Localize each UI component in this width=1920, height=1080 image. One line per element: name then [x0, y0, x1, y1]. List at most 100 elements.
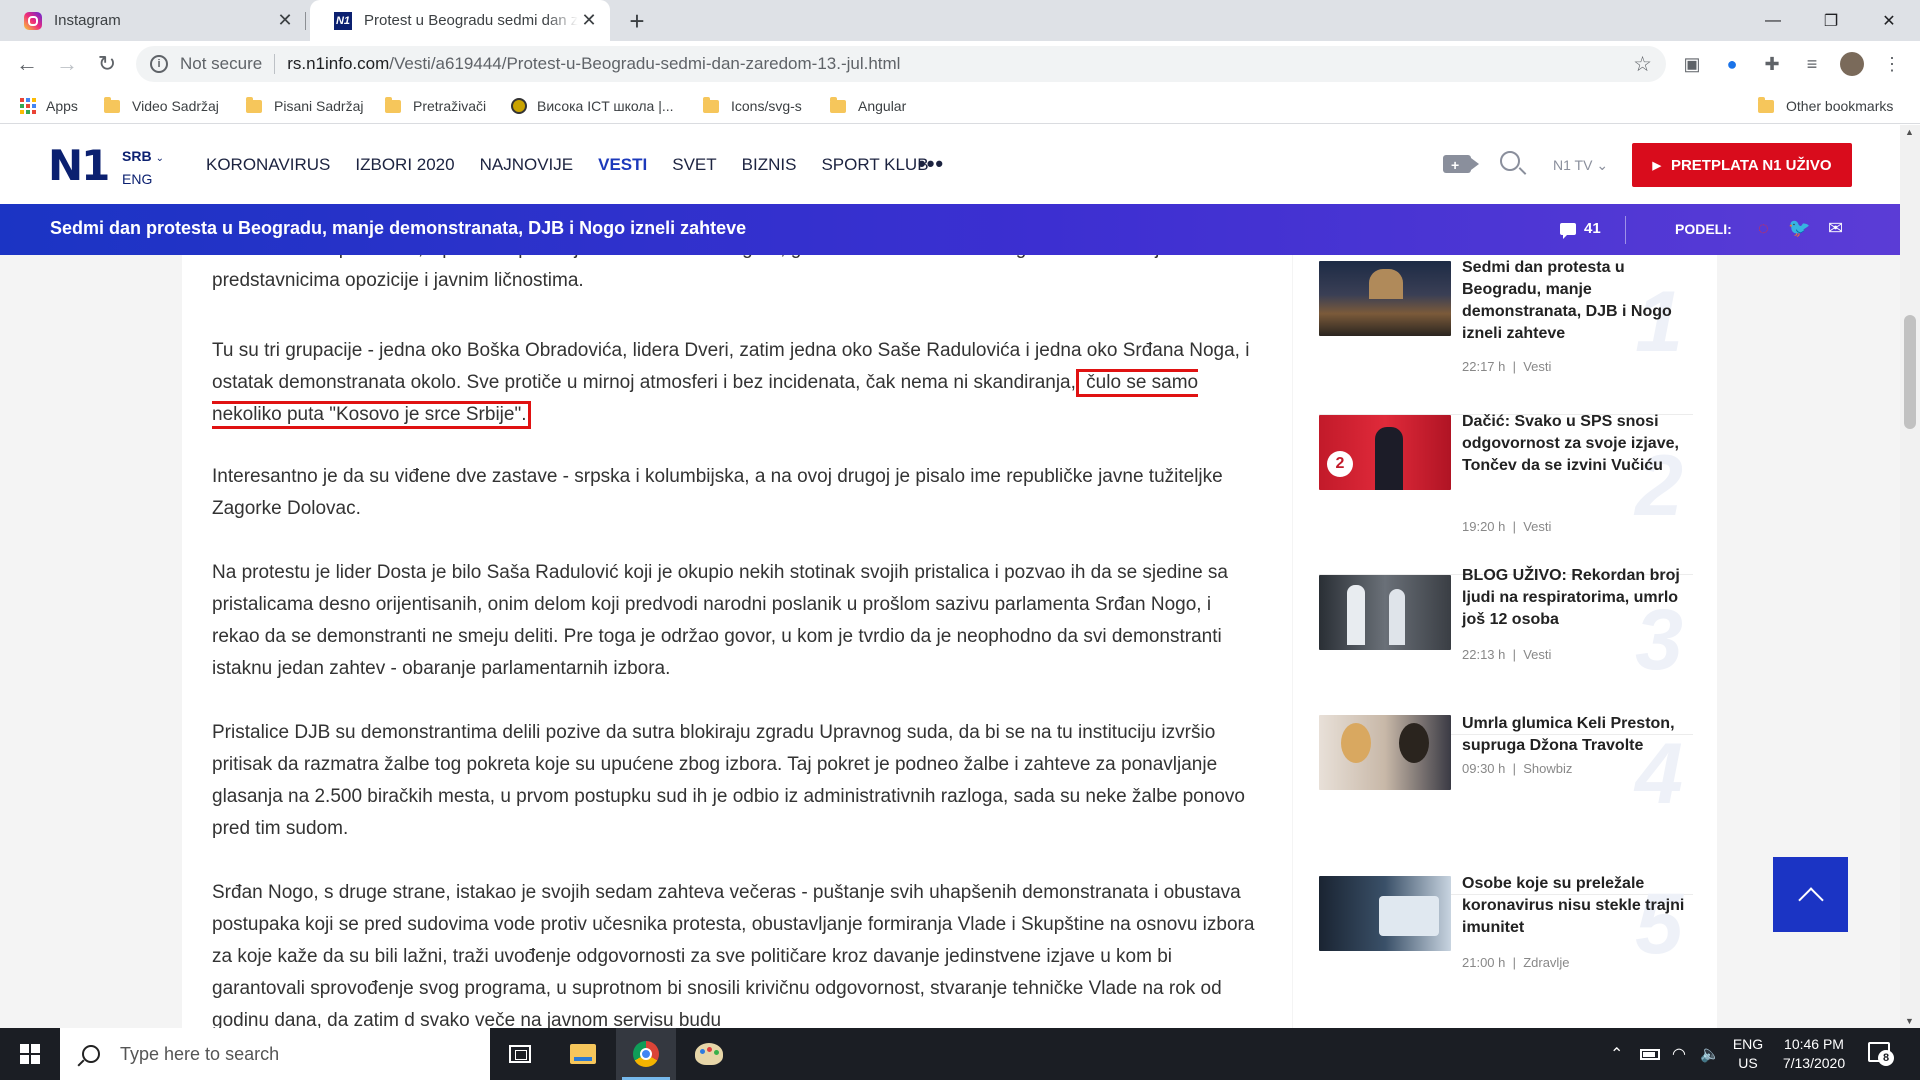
- article-thumbnail[interactable]: [1319, 876, 1451, 951]
- clock-date: 7/13/2020: [1782, 1055, 1846, 1071]
- bookmark-other[interactable]: Other bookmarks: [1758, 96, 1893, 116]
- article-meta: 09:30 h | Showbiz: [1462, 761, 1573, 776]
- start-button[interactable]: [0, 1028, 60, 1080]
- nav-koronavirus[interactable]: KORONAVIRUS: [206, 155, 330, 175]
- volume-icon[interactable]: 🔈: [1700, 1028, 1720, 1080]
- bookmark-label: Pisani Sadržaj: [274, 98, 364, 114]
- headline[interactable]: BLOG UŽIVO: Rekordan broj ljudi na respi…: [1462, 565, 1692, 631]
- scrollbar-thumb[interactable]: [1904, 315, 1916, 429]
- new-tab-button[interactable]: +: [622, 6, 652, 36]
- close-tab-icon[interactable]: ✕: [578, 10, 600, 32]
- close-tab-icon[interactable]: ✕: [274, 10, 296, 32]
- most-read-item[interactable]: 5 Osobe koje su preležale koronavirus ni…: [1319, 875, 1693, 1028]
- wifi-icon[interactable]: ◠: [1672, 1028, 1686, 1080]
- more-menu-icon[interactable]: •••: [918, 151, 944, 177]
- headline[interactable]: Sedmi dan protesta u Beogradu, manje dem…: [1462, 257, 1692, 345]
- chrome-taskbar-button[interactable]: [616, 1028, 676, 1080]
- bookmark-pisani-sadrzaj[interactable]: Pisani Sadržaj: [246, 96, 364, 116]
- bookmark-icons-svg[interactable]: Icons/svg-s: [703, 96, 802, 116]
- twitter-share-icon[interactable]: 🐦: [1788, 218, 1810, 239]
- extensions-puzzle-icon[interactable]: ✚: [1759, 51, 1785, 77]
- show-hidden-icons-button[interactable]: ⌃: [1610, 1028, 1623, 1080]
- battery-icon[interactable]: [1640, 1028, 1660, 1080]
- bookmark-label: Video Sadržaj: [132, 98, 219, 114]
- headline[interactable]: Osobe koje su preležale koronavirus nisu…: [1462, 873, 1692, 939]
- nav-svet[interactable]: SVET: [672, 155, 716, 175]
- tab-instagram[interactable]: Instagram ✕: [0, 0, 306, 41]
- nav-izbori-2020[interactable]: IZBORI 2020: [355, 155, 454, 175]
- headline[interactable]: Dačić: Svako u SPS snosi odgovornost za …: [1462, 411, 1692, 477]
- article-thumbnail[interactable]: [1319, 261, 1451, 336]
- nav-sport-klub[interactable]: SPORT KLUB: [821, 155, 928, 175]
- clock-time: 10:46 PM: [1784, 1036, 1844, 1052]
- most-read-item[interactable]: 4 Umrla glumica Keli Preston, supruga Dž…: [1319, 715, 1693, 895]
- page-scrollbar[interactable]: ▲ ▼: [1900, 125, 1920, 1028]
- action-center-icon[interactable]: 8: [1868, 1042, 1894, 1066]
- video-camera-icon[interactable]: +: [1443, 155, 1479, 173]
- bookmark-pretrazivaci[interactable]: Pretraživači: [385, 96, 486, 116]
- url-text[interactable]: rs.n1info.com/Vesti/a619444/Protest-u-Be…: [287, 54, 900, 74]
- minimize-button[interactable]: —: [1744, 0, 1802, 41]
- sticky-title: Sedmi dan protesta u Beogradu, manje dem…: [50, 218, 747, 238]
- bookmark-video-sadrzaj[interactable]: Video Sadržaj: [104, 96, 219, 116]
- reload-button[interactable]: ↻: [90, 47, 124, 81]
- address-bar[interactable]: i Not secure rs.n1info.com/Vesti/a619444…: [136, 46, 1666, 82]
- bookmark-apps[interactable]: Apps: [20, 96, 78, 116]
- tab-n1-article[interactable]: N1 Protest u Beogradu sedmi dan zaredom …: [310, 0, 610, 41]
- nav-vesti[interactable]: VESTI: [598, 155, 647, 175]
- lang-secondary[interactable]: ENG: [122, 169, 164, 189]
- task-view-button[interactable]: [490, 1028, 550, 1080]
- extension-blue-icon[interactable]: ●: [1719, 51, 1745, 77]
- file-explorer-button[interactable]: [553, 1028, 613, 1080]
- article-meta: 22:13 h | Vesti: [1462, 647, 1552, 662]
- scroll-up-arrow[interactable]: ▲: [1905, 127, 1914, 137]
- input-language-indicator[interactable]: ENG US: [1730, 1035, 1766, 1073]
- bookmark-label: Apps: [46, 98, 78, 114]
- nav-biznis[interactable]: BIZNIS: [742, 155, 797, 175]
- back-to-top-button[interactable]: [1773, 857, 1848, 932]
- category-label[interactable]: Showbiz: [1523, 761, 1572, 776]
- bookmark-angular[interactable]: Angular: [830, 96, 906, 116]
- profile-avatar[interactable]: [1839, 51, 1865, 77]
- subscribe-live-button[interactable]: ▶ PRETPLATA N1 UŽIVO: [1632, 143, 1852, 187]
- restore-button[interactable]: ❐: [1802, 0, 1860, 41]
- bookmark-ict-skola[interactable]: Висока ICT школа |...: [511, 96, 674, 116]
- search-icon[interactable]: [1500, 151, 1520, 171]
- article-thumbnail[interactable]: 2: [1319, 415, 1451, 490]
- paint-taskbar-button[interactable]: [679, 1028, 739, 1080]
- nav-najnovije[interactable]: NAJNOVIJE: [480, 155, 574, 175]
- language-switcher[interactable]: SRB ⌄ ENG: [122, 146, 164, 189]
- scroll-down-arrow[interactable]: ▼: [1905, 1016, 1914, 1026]
- cast-icon[interactable]: ▣: [1679, 51, 1705, 77]
- category-label[interactable]: Vesti: [1523, 359, 1551, 374]
- bookmark-star-icon[interactable]: ☆: [1633, 52, 1652, 77]
- bookmark-label: Pretraživači: [413, 98, 487, 114]
- n1-tv-dropdown[interactable]: N1 TV ⌄: [1553, 157, 1608, 174]
- system-clock[interactable]: 10:46 PM 7/13/2020: [1768, 1035, 1860, 1073]
- taskbar-search[interactable]: Type here to search: [60, 1028, 490, 1080]
- folder-icon: [246, 96, 262, 113]
- most-read-item[interactable]: 1 Sedmi dan protesta u Beogradu, manje d…: [1319, 255, 1693, 415]
- email-share-icon[interactable]: ✉: [1828, 218, 1843, 239]
- headline[interactable]: Umrla glumica Keli Preston, supruga Džon…: [1462, 713, 1692, 757]
- n1-logo[interactable]: N1: [48, 145, 112, 187]
- forward-button[interactable]: →: [50, 47, 84, 81]
- time-label: 22:17 h: [1462, 359, 1506, 374]
- close-window-button[interactable]: ✕: [1860, 0, 1918, 41]
- category-label[interactable]: Zdravlje: [1523, 955, 1569, 970]
- article-thumbnail[interactable]: [1319, 575, 1451, 650]
- article-thumbnail[interactable]: [1319, 715, 1451, 790]
- back-button[interactable]: ←: [10, 47, 44, 81]
- most-read-item[interactable]: 2 2 Dačić: Svako u SPS snosi odgovornost…: [1319, 413, 1693, 575]
- comments-link[interactable]: 41: [1560, 220, 1601, 239]
- most-read-item[interactable]: 3 BLOG UŽIVO: Rekordan broj ljudi na res…: [1319, 567, 1693, 735]
- folder-icon: [385, 96, 401, 113]
- info-icon[interactable]: i: [150, 55, 168, 73]
- article-paragraph: Na protestu je lider Dosta je bilo Saša …: [212, 562, 1228, 679]
- category-label[interactable]: Vesti: [1523, 519, 1551, 534]
- flipboard-share-icon[interactable]: ◌: [1758, 218, 1769, 239]
- category-label[interactable]: Vesti: [1523, 647, 1551, 662]
- lang-primary[interactable]: SRB: [122, 148, 152, 164]
- reading-list-icon[interactable]: ≡: [1799, 51, 1825, 77]
- browser-menu-icon[interactable]: ⋮: [1879, 51, 1905, 77]
